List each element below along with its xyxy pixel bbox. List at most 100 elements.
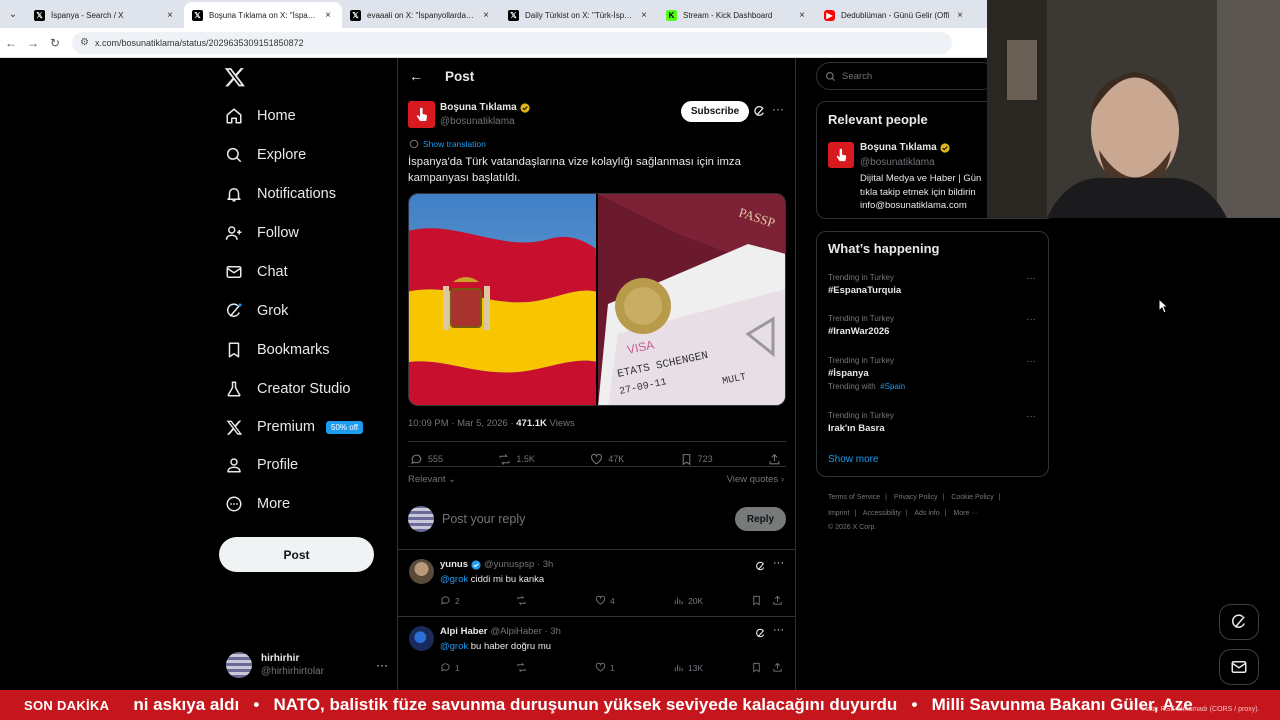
close-tab-icon[interactable]: ×	[480, 10, 492, 21]
author-avatar[interactable]	[408, 101, 435, 128]
more-dots-icon[interactable]: ···	[773, 557, 784, 569]
show-translation-link[interactable]: Show translation	[409, 139, 486, 149]
bookmark-action[interactable]: 723	[680, 453, 713, 466]
like-action[interactable]: 1	[595, 662, 615, 673]
like-action[interactable]: 4	[595, 595, 615, 606]
nav-item-home[interactable]: Home	[224, 101, 296, 131]
reply-mention[interactable]: @grok	[440, 574, 468, 585]
post-button[interactable]: Post	[219, 537, 374, 572]
url-field[interactable]: ⚙ x.com/bosunatiklama/status/20296353091…	[72, 31, 952, 54]
more-dots-icon[interactable]: ···	[1026, 411, 1036, 422]
browser-tab[interactable]: 𝕏 İspanya - Search / X ×	[26, 2, 184, 28]
more-dots-icon[interactable]: ···	[772, 102, 784, 116]
account-switcher[interactable]: hirhirhir @hirhirhirtolar ···	[226, 648, 388, 682]
post-time[interactable]: 10:09 PM · Mar 5, 2026	[408, 418, 508, 429]
reply-item[interactable]: yunus @yunuspsp · 3h @grok ciddi mi bu k…	[398, 549, 795, 615]
reply-mention[interactable]: @grok	[440, 641, 468, 652]
views-action[interactable]: 13K	[673, 662, 703, 673]
close-tab-icon[interactable]: ×	[164, 10, 176, 21]
reply-time[interactable]: 3h	[543, 559, 554, 570]
more-dots-icon[interactable]: ···	[1026, 356, 1036, 367]
views-action[interactable]: 20K	[673, 595, 703, 606]
more-dots-icon[interactable]: ···	[773, 624, 784, 636]
subscribe-button[interactable]: Subscribe	[681, 101, 749, 122]
reply-time[interactable]: 3h	[550, 626, 561, 637]
post-media[interactable]: PASSP ETATS SCHENGEN 27-09-11 MULT VISA	[408, 193, 786, 406]
reply-button[interactable]: Reply	[735, 507, 786, 531]
grok-icon[interactable]	[755, 628, 766, 639]
share-action[interactable]	[772, 595, 787, 606]
author-handle[interactable]: @bosunatiklama	[440, 116, 515, 127]
avatar[interactable]	[409, 626, 434, 651]
like-action[interactable]: 47K	[590, 453, 624, 466]
share-action[interactable]	[772, 662, 787, 673]
footer-link[interactable]: Terms of Service	[828, 494, 880, 501]
reply-action[interactable]: 555	[410, 453, 443, 466]
relevant-person-avatar[interactable]	[828, 142, 854, 168]
close-tab-icon[interactable]: ×	[322, 10, 334, 21]
footer-link[interactable]: Ads info	[914, 510, 939, 517]
reply-action[interactable]: 1	[440, 662, 460, 673]
trend-item[interactable]: Trending in Turkey #EspanaTurquia ···	[828, 273, 1038, 296]
browser-tab[interactable]: ▶ Dedublüman - Günü Gelir (Offi ×	[816, 2, 974, 28]
spain-flag-image[interactable]	[409, 194, 596, 405]
sort-dropdown[interactable]: Relevant ⌄	[408, 474, 456, 485]
bookmark-action[interactable]	[751, 662, 766, 673]
reply-author-name[interactable]: yunus	[440, 559, 468, 570]
grok-icon[interactable]	[755, 561, 766, 572]
nav-item-follow[interactable]: Follow	[224, 218, 299, 248]
avatar[interactable]	[409, 559, 434, 584]
site-info-icon[interactable]: ⚙	[80, 37, 89, 48]
nav-item-creator-studio[interactable]: Creator Studio	[224, 374, 351, 404]
repost-action[interactable]: 1.5K	[498, 453, 535, 466]
tab-search-menu-icon[interactable]: ⌄	[0, 0, 26, 28]
reply-item[interactable]: Alpi Haber @AlpiHaber · 3h @grok bu habe…	[398, 616, 795, 682]
footer-link[interactable]: Privacy Policy	[894, 494, 938, 501]
close-tab-icon[interactable]: ×	[796, 10, 808, 21]
trend-item[interactable]: Trending in Turkey #IranWar2026 ···	[828, 314, 1038, 337]
repost-action[interactable]	[516, 595, 531, 606]
grok-float-button[interactable]	[1219, 604, 1259, 640]
footer-link[interactable]: Accessibility	[863, 510, 901, 517]
nav-item-more[interactable]: More	[224, 489, 290, 519]
browser-tab[interactable]: 𝕏 Daily Türkist on X: "Türk-İspany ×	[500, 2, 658, 28]
nav-item-bookmarks[interactable]: Bookmarks	[224, 335, 330, 365]
forward-icon[interactable]: →	[22, 36, 44, 50]
footer-link[interactable]: Cookie Policy	[951, 494, 993, 501]
repost-action[interactable]	[516, 662, 531, 673]
reply-input[interactable]: Post your reply	[442, 512, 735, 526]
grok-icon[interactable]	[753, 105, 766, 118]
reply-author-handle[interactable]: @yunuspsp	[484, 559, 534, 570]
trend-related-tag[interactable]: #Spain	[880, 382, 905, 391]
nav-item-chat[interactable]: Chat	[224, 257, 288, 287]
view-quotes-link[interactable]: View quotes ›	[727, 474, 784, 485]
browser-tab[interactable]: 𝕏 evaaali on X: "İspanyollardaki Y ×	[342, 2, 500, 28]
trend-item[interactable]: Trending in Turkey #İspanya Trending wit…	[828, 356, 1038, 391]
show-more-link[interactable]: Show more	[828, 454, 879, 465]
nav-item-notifications[interactable]: Notifications	[224, 179, 336, 209]
nav-item-premium[interactable]: Premium 50% off	[224, 412, 363, 442]
browser-tab[interactable]: K Stream - Kick Dashboard ×	[658, 2, 816, 28]
messages-float-button[interactable]	[1219, 649, 1259, 685]
reply-author-handle[interactable]: @AlpiHaber	[491, 626, 542, 637]
trend-item[interactable]: Trending in Turkey Irak'ın Basra ···	[828, 411, 1038, 434]
reload-icon[interactable]: ↻	[44, 36, 66, 50]
reply-action[interactable]: 2	[440, 595, 460, 606]
more-dots-icon[interactable]: ···	[1026, 273, 1036, 284]
nav-item-grok[interactable]: Grok	[224, 296, 288, 326]
nav-item-explore[interactable]: Explore	[224, 140, 306, 170]
relevant-person-name-row[interactable]: Boşuna Tıklama	[860, 142, 950, 153]
bookmark-action[interactable]	[751, 595, 766, 606]
browser-tab-active[interactable]: 𝕏 Boşuna Tıklama on X: "İspanya ×	[184, 2, 342, 28]
search-input[interactable]: Search	[816, 62, 996, 90]
passport-visa-image[interactable]: PASSP ETATS SCHENGEN 27-09-11 MULT VISA	[597, 194, 785, 405]
close-tab-icon[interactable]: ×	[954, 10, 966, 21]
more-dots-icon[interactable]: ···	[376, 658, 388, 672]
back-arrow-icon[interactable]: ←	[409, 68, 445, 84]
footer-link[interactable]: Imprint	[828, 510, 849, 517]
close-tab-icon[interactable]: ×	[638, 10, 650, 21]
footer-link[interactable]: More ···	[953, 510, 978, 517]
relevant-person-handle[interactable]: @bosunatiklama	[860, 157, 935, 168]
author-name-row[interactable]: Boşuna Tıklama	[440, 102, 530, 113]
x-logo-icon[interactable]	[224, 66, 246, 88]
